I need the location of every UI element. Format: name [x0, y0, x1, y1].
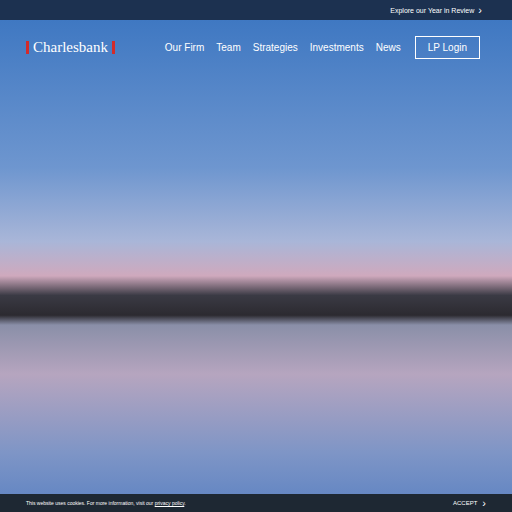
nav-item[interactable]: Strategies: [253, 42, 298, 53]
accept-text: ACCEPT: [453, 500, 477, 506]
arrow-icon: ›: [482, 498, 486, 509]
accept-button[interactable]: ACCEPT ›: [453, 498, 486, 509]
arrow-icon: ›: [478, 5, 482, 16]
nav-item[interactable]: Investments: [310, 42, 364, 53]
year-in-review-text: Explore our Year in Review: [390, 7, 474, 14]
nav: Our Firm Team Strategies Investments News LP …: [165, 36, 480, 59]
hero-image: Charlesbank Our Firm Team Strategies Investm…: [0, 20, 512, 512]
cookie-bar: This website uses cookies. For more info…: [0, 494, 512, 512]
lp-login-button[interactable]: LP Login: [415, 36, 480, 59]
logo-bracket-icon: [112, 41, 115, 54]
cookie-text: This website uses cookies. For more info…: [26, 500, 186, 506]
nav-item[interactable]: Our Firm: [165, 42, 204, 53]
page: Explore our Year in Review › Charlesbank Ou…: [0, 0, 512, 512]
privacy-policy-link[interactable]: privacy policy: [155, 500, 185, 506]
nav-item[interactable]: News: [376, 42, 401, 53]
logo-bracket-icon: [26, 41, 29, 54]
nav-item[interactable]: Team: [216, 42, 240, 53]
logo[interactable]: Charlesbank: [26, 39, 115, 56]
header: Charlesbank Our Firm Team Strategies Investm…: [26, 36, 480, 59]
top-bar: Explore our Year in Review ›: [0, 0, 512, 20]
logo-text: Charlesbank: [33, 39, 108, 56]
year-in-review-link[interactable]: Explore our Year in Review ›: [390, 5, 482, 16]
